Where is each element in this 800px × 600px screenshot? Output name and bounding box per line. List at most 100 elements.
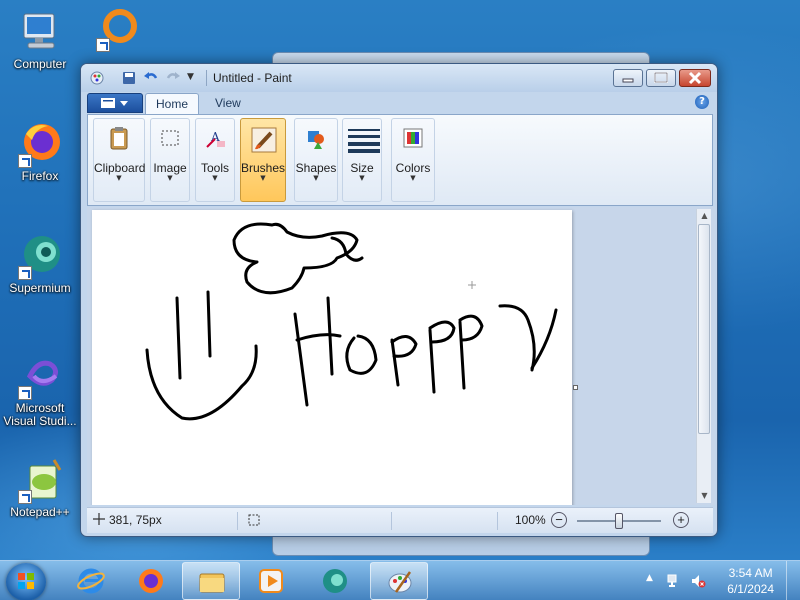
desktop-icon-unlabeled-shortcut[interactable] xyxy=(88,6,140,56)
status-bar: 381, 75px 100% − + xyxy=(87,507,713,533)
tab-home[interactable]: Home xyxy=(145,93,200,114)
dropdown-arrow-icon: ▼ xyxy=(359,174,365,182)
shortcut-arrow-icon xyxy=(18,386,32,400)
paint-window[interactable]: ▼ Untitled - Paint Home View ? Clipboard… xyxy=(80,63,718,537)
media-player-icon xyxy=(257,567,285,595)
dropdown-arrow-icon: ▼ xyxy=(212,174,218,182)
tools-group[interactable]: A Tools ▼ xyxy=(195,118,235,202)
selection-size-icon xyxy=(247,513,261,530)
show-hidden-icons-icon[interactable]: ▲ xyxy=(646,573,653,583)
clipboard-group[interactable]: Clipboard ▼ xyxy=(93,118,145,202)
scroll-up-arrow-icon[interactable]: ▲ xyxy=(697,211,712,220)
desktop-icon-notepad-plus-plus[interactable]: Notepad++ xyxy=(3,456,77,519)
group-label: Size xyxy=(350,161,374,175)
show-desktop-button[interactable] xyxy=(786,561,800,600)
desktop-icon-label: Microsoft Visual Studi... xyxy=(3,401,77,428)
clock-date: 6/1/2024 xyxy=(727,582,774,596)
colors-group[interactable]: Colors ▼ xyxy=(391,118,435,202)
dropdown-arrow-icon: ▼ xyxy=(116,174,122,182)
paint-icon xyxy=(386,568,414,596)
shortcut-arrow-icon xyxy=(96,38,110,52)
clipboard-icon xyxy=(105,125,133,153)
desktop-icon-visual-studio[interactable]: Microsoft Visual Studi... xyxy=(3,352,77,428)
ribbon-tabs: Home View ? xyxy=(87,92,713,114)
cursor-position-icon xyxy=(93,513,105,528)
shortcut-arrow-icon xyxy=(18,266,32,280)
image-group[interactable]: Image ▼ xyxy=(150,118,190,202)
taskbar-file-explorer[interactable] xyxy=(182,562,240,600)
cursor-position: 381, 75px xyxy=(109,513,162,527)
undo-icon[interactable] xyxy=(143,70,159,86)
taskbar: ▲ 3:54 AM 6/1/2024 xyxy=(0,560,800,600)
shapes-group[interactable]: Shapes ▼ xyxy=(294,118,338,202)
dropdown-arrow-icon: ▼ xyxy=(410,174,416,182)
maximize-button[interactable] xyxy=(646,69,676,87)
title-separator xyxy=(206,70,207,86)
paint-menu-button[interactable] xyxy=(87,93,143,113)
firefox-icon xyxy=(137,567,165,595)
group-label: Brushes xyxy=(241,161,286,175)
brushes-group[interactable]: Brushes ▼ xyxy=(240,118,286,202)
paint-app-icon[interactable] xyxy=(89,70,105,86)
explorer-icon xyxy=(198,568,226,596)
window-title: Untitled - Paint xyxy=(213,71,292,85)
volume-muted-icon[interactable] xyxy=(690,573,706,592)
desktop-icon-firefox[interactable]: Firefox xyxy=(3,120,77,183)
system-clock[interactable]: 3:54 AM 6/1/2024 xyxy=(727,565,774,597)
status-separator xyxy=(237,512,238,530)
group-label: Colors xyxy=(395,161,431,175)
zoom-level: 100% xyxy=(515,513,546,527)
save-icon[interactable] xyxy=(121,70,137,86)
supermium-icon xyxy=(321,567,349,595)
ie-icon xyxy=(77,567,105,595)
size-icon xyxy=(348,125,380,153)
select-image-icon xyxy=(156,125,184,153)
desktop-icon-computer[interactable]: Computer xyxy=(3,8,77,71)
drawing-canvas[interactable] xyxy=(92,210,572,505)
computer-icon xyxy=(16,8,64,56)
visual-studio-icon xyxy=(16,352,64,400)
status-separator xyxy=(391,512,392,530)
group-label: Image xyxy=(153,161,187,175)
firefox-icon xyxy=(16,120,64,168)
desktop-icon-supermium[interactable]: Supermium xyxy=(3,232,77,295)
zoom-out-button[interactable]: − xyxy=(551,512,567,528)
zoom-in-button[interactable]: + xyxy=(673,512,689,528)
orange-ring-icon xyxy=(90,6,138,54)
desktop-icon-label: Firefox xyxy=(21,169,59,183)
freehand-drawing xyxy=(145,222,558,421)
desktop-icon-label: Notepad++ xyxy=(10,505,70,519)
shapes-icon xyxy=(302,125,330,153)
vertical-scrollbar[interactable]: ▲ ▼ xyxy=(696,209,711,503)
help-icon[interactable]: ? xyxy=(695,95,709,109)
taskbar-paint[interactable] xyxy=(370,562,428,600)
dropdown-arrow-icon: ▼ xyxy=(167,174,173,182)
redo-icon[interactable] xyxy=(165,70,181,86)
title-bar[interactable]: ▼ Untitled - Paint xyxy=(81,64,717,92)
notepad-plus-plus-icon xyxy=(16,456,64,504)
canvas-resize-handle[interactable] xyxy=(573,385,578,390)
tools-icon: A xyxy=(201,125,229,153)
scrollbar-thumb[interactable] xyxy=(698,224,710,434)
close-button[interactable] xyxy=(679,69,711,87)
canvas-area[interactable]: ▲ ▼ xyxy=(87,207,715,505)
zoom-slider-thumb[interactable] xyxy=(615,513,623,529)
brush-icon xyxy=(249,125,277,153)
desktop-icon-label: Computer xyxy=(13,57,67,71)
taskbar-internet-explorer[interactable] xyxy=(62,562,120,600)
taskbar-supermium[interactable] xyxy=(306,562,364,600)
minimize-button[interactable] xyxy=(613,69,643,87)
ribbon: Clipboard ▼ Image ▼ A Tools ▼ Brushes ▼ xyxy=(87,114,713,206)
scroll-down-arrow-icon[interactable]: ▼ xyxy=(697,491,712,500)
clock-time: 3:54 AM xyxy=(728,566,773,580)
dropdown-arrow-icon: ▼ xyxy=(313,174,319,182)
group-label: Tools xyxy=(200,161,229,175)
taskbar-media-player[interactable] xyxy=(242,562,300,600)
customize-quick-access-icon[interactable]: ▼ xyxy=(187,72,203,88)
taskbar-firefox[interactable] xyxy=(122,562,180,600)
size-group[interactable]: Size ▼ xyxy=(342,118,382,202)
supermium-icon xyxy=(16,232,64,280)
tab-view[interactable]: View xyxy=(205,93,251,114)
network-icon[interactable] xyxy=(666,573,682,592)
start-button[interactable] xyxy=(6,563,46,600)
